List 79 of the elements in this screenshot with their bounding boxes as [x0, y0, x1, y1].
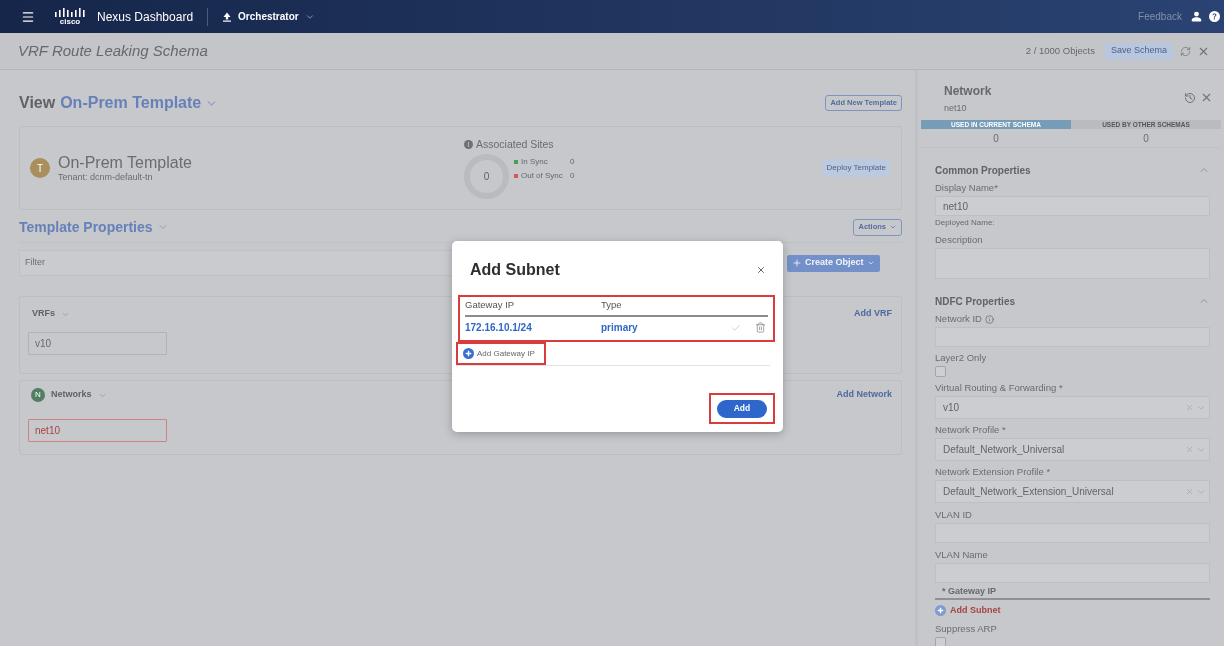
- refresh-icon[interactable]: [1180, 45, 1191, 57]
- history-icon[interactable]: [1184, 92, 1196, 104]
- logo-text: cisco: [59, 16, 81, 26]
- legend-count: 0: [570, 170, 575, 183]
- add-gateway-ip-button[interactable]: Add Gateway IP: [463, 347, 535, 360]
- section-avatar: N: [31, 388, 45, 402]
- column-header: Gateway IP: [465, 297, 516, 312]
- panel-subtitle: net10: [944, 103, 968, 113]
- view-label: View: [19, 93, 56, 113]
- legend-label: In Sync: [521, 156, 549, 169]
- select-field[interactable]: v10: [935, 396, 1210, 419]
- chevron-down-icon: [866, 259, 875, 267]
- field-label: VLAN ID: [935, 510, 972, 520]
- save-schema-button: Save Schema: [1104, 42, 1173, 60]
- template-properties-toggle[interactable]: Template Properties: [19, 216, 169, 238]
- field-label: Description: [935, 235, 983, 245]
- schema-title: VRF Route Leaking Schema: [18, 40, 208, 61]
- check-icon[interactable]: [731, 322, 741, 333]
- app-switcher[interactable]: Orchestrator: [222, 9, 315, 24]
- group-title: Common Properties: [935, 163, 1031, 178]
- upload-icon: [222, 11, 233, 22]
- field-label: Network ID: [935, 314, 982, 324]
- object-tile[interactable]: v10: [28, 332, 167, 355]
- panel-title: Network: [944, 84, 992, 98]
- type-cell-text: primary: [601, 321, 638, 335]
- select-field[interactable]: Default_Network_Universal: [935, 438, 1210, 461]
- deploy-template-button: Deploy Template: [822, 159, 890, 177]
- feedback-link[interactable]: Feedback: [1138, 9, 1182, 24]
- clear-icon[interactable]: [1185, 445, 1194, 454]
- field-label: Network Profile *: [935, 425, 1006, 435]
- field-label: Layer2 Only: [935, 353, 987, 363]
- field-label: Display Name*: [935, 183, 998, 193]
- info-dot-icon: [464, 140, 473, 149]
- create-object-button[interactable]: Create Object: [787, 254, 880, 272]
- logo-bars-icon: [55, 7, 85, 17]
- close-icon[interactable]: [756, 265, 766, 275]
- associated-sites-title: Associated Sites: [476, 136, 554, 152]
- field-label: VLAN Name: [935, 550, 988, 560]
- section-title: Networks: [51, 388, 92, 402]
- sites-donut: 0: [464, 154, 509, 200]
- menu-icon[interactable]: [21, 9, 35, 24]
- gateway-ip-cell-text: 172.16.10.1/24: [465, 321, 533, 335]
- checkbox[interactable]: [935, 366, 946, 377]
- legend-label: Out of Sync: [521, 170, 564, 183]
- template-name: On-Prem Template: [58, 153, 193, 172]
- section-title: VRFs: [32, 307, 55, 321]
- add-object-link[interactable]: Add VRF: [854, 307, 892, 321]
- plus-circle-icon: [463, 348, 474, 359]
- clear-icon[interactable]: [1185, 487, 1194, 496]
- delete-icon[interactable]: [755, 322, 766, 333]
- product-name: Nexus Dashboard: [97, 8, 194, 26]
- close-icon[interactable]: [1200, 91, 1213, 104]
- add-button[interactable]: Add: [717, 399, 767, 418]
- usage-count: 0: [1142, 131, 1150, 146]
- template-dropdown[interactable]: On-Prem Template: [60, 91, 219, 115]
- select-field[interactable]: Default_Network_Extension_Universal: [935, 480, 1210, 503]
- field-label: Virtual Routing & Forwarding *: [935, 383, 1063, 393]
- checkbox[interactable]: [935, 636, 946, 646]
- text-input[interactable]: net10: [935, 196, 1210, 216]
- object-tile[interactable]: net10: [28, 419, 167, 442]
- clear-icon[interactable]: [1185, 403, 1194, 412]
- plus-circle-icon: [935, 605, 946, 617]
- help-icon[interactable]: [1209, 11, 1220, 22]
- usage-count: 0: [992, 131, 1000, 146]
- field-note: Deployed Name:: [935, 218, 996, 227]
- legend-count: 0: [570, 156, 575, 169]
- chevron-down-icon: [889, 223, 897, 231]
- template-avatar: T: [30, 158, 50, 178]
- group-title: NDFC Properties: [935, 294, 1015, 309]
- field-label: Network Extension Profile *: [935, 467, 1051, 477]
- object-count: 2 / 1000 Objects: [1025, 43, 1095, 58]
- plus-icon: [792, 258, 802, 268]
- add-object-link[interactable]: Add Network: [836, 388, 892, 402]
- field-label: Suppress ARP: [935, 623, 997, 634]
- tenant-label: Tenant: dcnm-default-tn: [58, 171, 154, 183]
- user-icon[interactable]: [1190, 10, 1203, 23]
- column-header: Type: [601, 297, 622, 312]
- subnet-table-header: * Gateway IP: [935, 586, 1210, 600]
- add-subnet-button[interactable]: Add Subnet: [935, 604, 1001, 618]
